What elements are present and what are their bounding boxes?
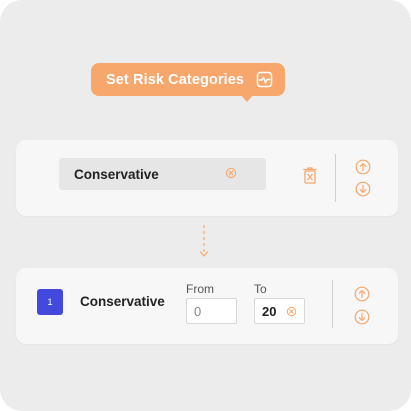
arrow-down-circle-icon[interactable] (354, 309, 370, 325)
arrow-down-circle-icon[interactable] (355, 181, 371, 197)
to-label: To (254, 282, 267, 296)
clear-icon[interactable] (286, 306, 297, 317)
category-index-badge: 1 (37, 289, 63, 315)
set-risk-categories-tooltip: Set Risk Categories (91, 63, 285, 102)
to-input[interactable]: 20 (254, 298, 305, 324)
vertical-divider (335, 154, 336, 202)
category-name-field[interactable]: Conservative (59, 158, 266, 190)
category-name-label: Conservative (80, 294, 165, 309)
from-input[interactable]: 0 (186, 298, 237, 324)
activity-chart-icon (256, 71, 273, 88)
trash-icon[interactable] (303, 167, 317, 184)
clear-icon[interactable] (225, 167, 237, 179)
dashed-arrow-down-icon (196, 224, 212, 260)
from-value: 0 (194, 303, 202, 319)
from-label: From (186, 282, 214, 296)
arrow-up-circle-icon[interactable] (355, 159, 371, 175)
vertical-divider (332, 280, 333, 328)
tooltip-label: Set Risk Categories (106, 71, 245, 88)
canvas-background: Set Risk Categories Conservative 1 Conse… (0, 0, 411, 411)
tooltip-caret (241, 95, 253, 102)
to-value: 20 (262, 303, 277, 319)
risk-range-card: 1 Conservative From 0 To 20 (16, 268, 398, 344)
category-editor-card: Conservative (16, 140, 398, 216)
arrow-up-circle-icon[interactable] (354, 286, 370, 302)
category-name-value: Conservative (74, 166, 159, 182)
